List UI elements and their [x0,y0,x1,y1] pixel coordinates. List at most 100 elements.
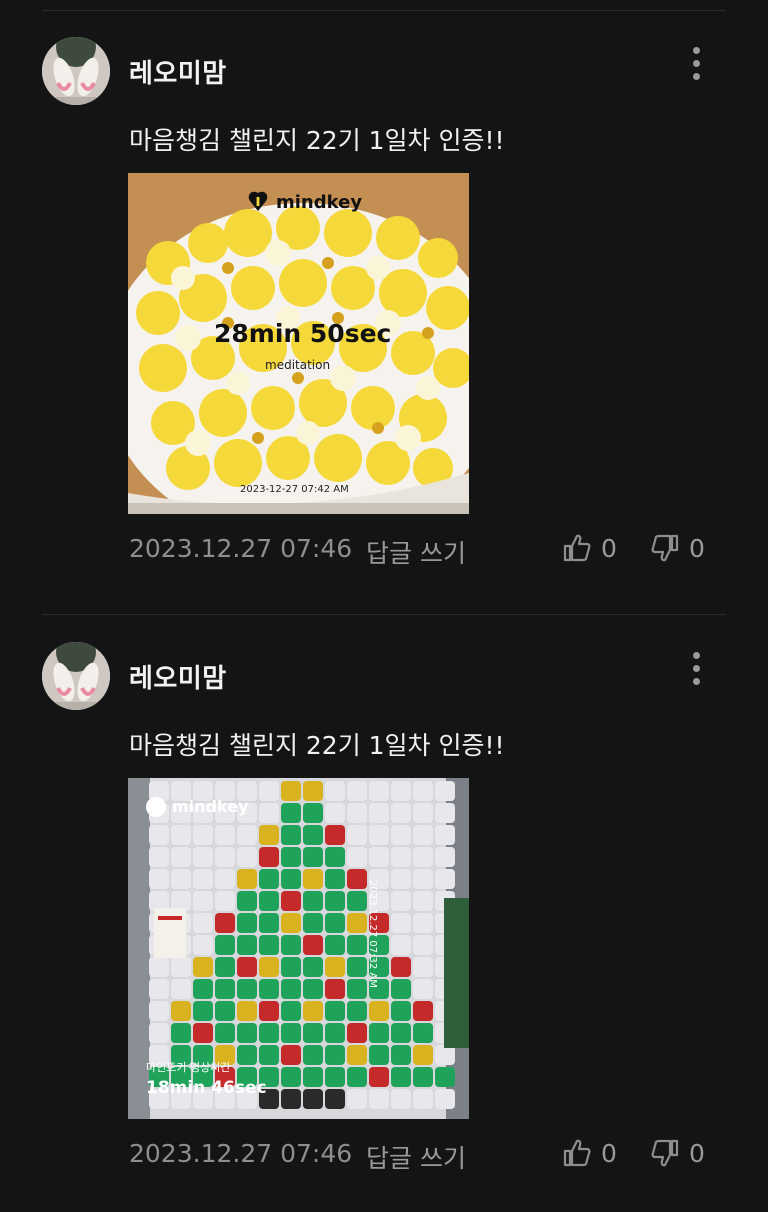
balloon-tile [303,825,323,845]
balloon-tile [391,803,411,823]
image-activity-text: 마인드키 명상시간 [146,1061,231,1074]
balloon-tile [237,957,257,977]
image-activity-text: meditation [265,358,331,372]
balloon-tile [347,1089,367,1109]
balloon-tile [281,1045,301,1065]
dot [692,72,700,80]
image-brand-text: mindkey [276,192,363,213]
balloon-tile [435,847,455,867]
balloon-tile [303,781,323,801]
balloon-tile [303,957,323,977]
more-options-button[interactable] [680,648,712,688]
balloon-tile [369,1067,389,1087]
reply-button[interactable]: 답글 쓰기 [366,1139,466,1175]
balloon-tile [259,803,279,823]
comment-footer: 2023.12.27 07:46 답글 쓰기 0 0 [129,534,729,574]
balloon-tile [149,825,169,845]
balloon-tile [171,1023,191,1043]
balloon-tile [259,891,279,911]
balloon-tile [193,891,213,911]
balloon-tile [347,935,367,955]
balloon-tile [369,781,389,801]
balloon-tile [347,869,367,889]
comment-text: 마음챙김 챌린지 22기 1일차 인증!! [129,126,505,155]
balloon-tile [413,781,433,801]
balloon-tile [281,1001,301,1021]
balloon-tile [215,1001,235,1021]
image-timestamp-text: 2023.12.27 07:32 AM [367,880,378,988]
balloon-tile [259,935,279,955]
balloon-tile [303,935,323,955]
balloon-tile [369,1045,389,1065]
like-count: 0 [601,1138,617,1168]
balloon-tile [435,781,455,801]
balloon-tile [149,847,169,867]
more-options-button[interactable] [680,43,712,83]
balloon-tile [259,869,279,889]
balloon-tile [391,1067,411,1087]
balloon-tile [347,891,367,911]
balloon-tile [259,957,279,977]
balloon-tile [193,913,213,933]
balloon-tile [171,1001,191,1021]
reply-button[interactable]: 답글 쓰기 [366,534,466,570]
balloon-tile [325,979,345,999]
dot [692,664,700,672]
balloon-tile [237,979,257,999]
thumbs-down-icon [651,534,679,562]
avatar[interactable] [42,37,110,105]
balloon-tile [259,1023,279,1043]
balloon-tile [413,1067,433,1087]
balloon-tile [303,979,323,999]
balloon-tile [369,1089,389,1109]
balloon-tile [303,891,323,911]
balloon-tile [325,825,345,845]
balloon-tile [171,825,191,845]
balloon-tile [347,803,367,823]
balloon-tile [391,781,411,801]
balloon-tile [413,935,433,955]
attached-photo[interactable]: mindkey 28min 50sec meditation 2023-12-2… [128,173,469,514]
balloon-tile [413,891,433,911]
balloon-tile [237,1001,257,1021]
balloon-tile [413,869,433,889]
balloon-tile [347,781,367,801]
like-button[interactable]: 0 [561,532,617,564]
avatar[interactable] [42,642,110,710]
balloon-tile [391,1089,411,1109]
balloon-tile [347,957,367,977]
author-name[interactable]: 레오미맘 [129,53,227,90]
timestamp: 2023.12.27 07:46 [129,1139,353,1168]
balloon-tile [413,1089,433,1109]
attached-photo[interactable]: mindkey 2023.12.27 07:32 AM 마인드키 명상시간 18… [128,778,469,1119]
balloon-tile [369,1023,389,1043]
balloon-tile [193,957,213,977]
thumbs-down-icon [651,1139,679,1167]
dislike-count: 0 [689,533,705,563]
image-brand-text: mindkey [172,797,249,816]
balloon-tile [193,1023,213,1043]
thumbs-up-icon [563,1139,591,1167]
balloon-tile [413,913,433,933]
like-button[interactable]: 0 [561,1137,617,1169]
balloon-tile [325,1067,345,1087]
balloon-tile [237,1045,257,1065]
balloon-tile [325,913,345,933]
author-name[interactable]: 레오미맘 [129,658,227,695]
balloon-tile [171,979,191,999]
balloon-tile [391,935,411,955]
balloon-tile [237,1023,257,1043]
balloon-tile [325,869,345,889]
balloon-tile [237,913,257,933]
balloon-tile [149,1001,169,1021]
balloon-tile [347,913,367,933]
dislike-button[interactable]: 0 [649,1137,705,1169]
thumbs-up-icon [563,534,591,562]
balloon-tile [215,979,235,999]
dislike-button[interactable]: 0 [649,532,705,564]
balloon-tile [281,1023,301,1043]
balloon-tile [347,1045,367,1065]
balloon-tile [435,803,455,823]
balloon-tile [391,825,411,845]
balloon-tile [171,869,191,889]
